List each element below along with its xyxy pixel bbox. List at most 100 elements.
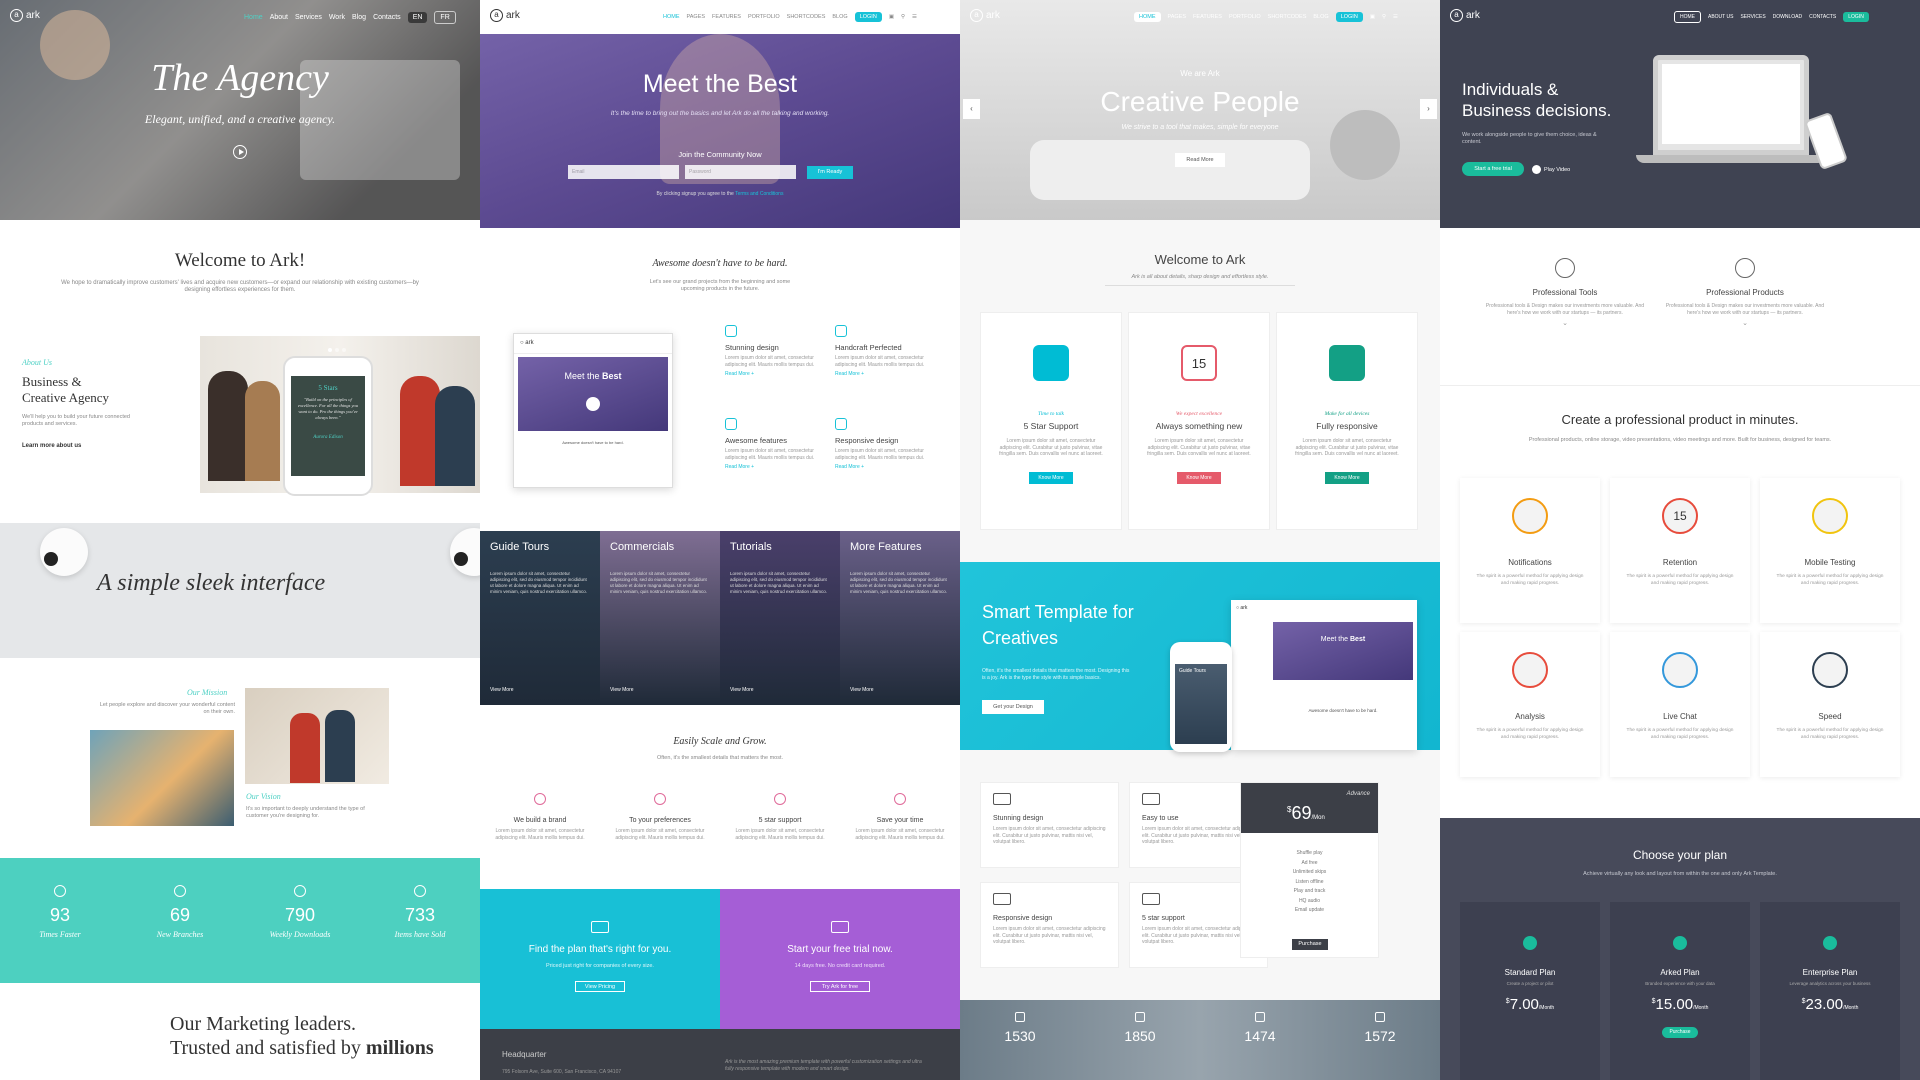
tile[interactable]: Commercials Lorem ipsum dolor sit amet, c… <box>600 531 720 705</box>
nav-features[interactable]: FEATURES <box>712 14 741 20</box>
plan-panel: Find the plan that's right for you. Pric… <box>480 889 720 1029</box>
nav-home[interactable]: HOME <box>663 14 680 20</box>
lang-fr[interactable]: FR <box>434 10 456 24</box>
plan-period: /Month <box>1538 1005 1555 1011</box>
nav-portfolio[interactable]: PORTFOLIO <box>748 14 780 20</box>
nav-features[interactable]: FEATURES <box>1193 14 1222 20</box>
nav-contacts[interactable]: Contacts <box>373 14 401 21</box>
nav-shortcodes[interactable]: SHORTCODES <box>787 14 826 20</box>
know-more-button[interactable]: Know More <box>1029 471 1073 484</box>
pro-item: Professional Tools Professional tools & D… <box>1470 258 1660 327</box>
awesome-sub: Let's see our grand projects from the be… <box>649 279 791 292</box>
nav-blog[interactable]: Blog <box>352 14 366 21</box>
nav-home[interactable]: Home <box>244 14 263 21</box>
feature-box: Responsive design Lorem ipsum dolor sit a… <box>980 882 1119 968</box>
nav-pages[interactable]: PAGES <box>1168 14 1187 20</box>
main-nav: HOME PAGES FEATURES PORTFOLIO SHORTCODES… <box>1134 8 1398 26</box>
tile-text: Lorem ipsum dolor sit amet, consectetur … <box>490 571 588 594</box>
next-arrow-icon[interactable]: › <box>1420 99 1437 119</box>
purchase-button[interactable]: Purchase <box>1662 1027 1698 1038</box>
view-pricing-button[interactable]: View Pricing <box>575 981 625 992</box>
play-icon[interactable] <box>233 145 247 159</box>
trophy-icon <box>1375 1012 1385 1022</box>
terms-link[interactable]: Terms and Conditions <box>735 191 783 197</box>
view-more-link[interactable]: View More <box>730 687 754 693</box>
nav-about[interactable]: About <box>270 14 288 21</box>
login-button[interactable]: LOGIN <box>854 12 882 22</box>
card-text: The spirit is a powerful method for appl… <box>1476 728 1584 740</box>
price-item: Ad free <box>1301 859 1318 866</box>
nav-blog[interactable]: BLOG <box>1313 14 1328 20</box>
cup-icon <box>1255 1012 1265 1022</box>
start-trial-button[interactable]: Start a free trial <box>1462 162 1524 176</box>
search-icon[interactable]: ⚲ <box>1382 14 1386 20</box>
logo[interactable]: a ark <box>970 9 1000 22</box>
login-button[interactable]: LOGIN <box>1843 12 1869 22</box>
nav-work[interactable]: Work <box>329 14 345 21</box>
try-ark-button[interactable]: Try Ark for free <box>810 981 870 992</box>
play-video-link[interactable]: Play Video <box>1532 165 1570 174</box>
view-more-link[interactable]: View More <box>490 687 514 693</box>
search-icon[interactable]: ⚲ <box>901 14 905 20</box>
mini-play-icon <box>586 397 600 411</box>
menu-icon[interactable]: ☰ <box>912 14 917 20</box>
lang-en[interactable]: EN <box>407 11 428 23</box>
read-more-button[interactable]: Read More <box>1175 153 1225 167</box>
nav-blog[interactable]: BLOG <box>832 14 847 20</box>
logo[interactable]: a ark <box>1450 9 1480 22</box>
read-more-link[interactable]: Read More + <box>835 464 935 470</box>
tile[interactable]: More Features Lorem ipsum dolor sit amet,… <box>840 531 960 705</box>
get-design-button[interactable]: Get your Design <box>982 700 1044 714</box>
chevron-down-icon[interactable]: ⌄ <box>1470 319 1660 327</box>
about-link[interactable]: Learn more about us <box>22 443 81 449</box>
mini-title-light: Meet the <box>564 371 600 381</box>
nav-services[interactable]: SERVICES <box>1740 14 1765 20</box>
read-more-link[interactable]: Read More + <box>835 371 935 377</box>
cart-icon[interactable]: ▣ <box>889 14 894 20</box>
login-button[interactable]: LOGIN <box>1335 12 1363 22</box>
know-more-button[interactable]: Know More <box>1325 471 1369 484</box>
logo[interactable]: a ark <box>490 9 520 22</box>
nav-home[interactable]: HOME <box>1134 12 1161 22</box>
nav-contacts[interactable]: CONTACTS <box>1809 14 1836 20</box>
price-item: Unlimited skips <box>1292 869 1327 875</box>
chevron-down-icon[interactable]: ⌄ <box>1650 319 1840 327</box>
nav-services[interactable]: Services <box>295 14 322 21</box>
tile[interactable]: Guide Tours Lorem ipsum dolor sit amet, c… <box>480 531 600 705</box>
feature-text: Lorem ipsum dolor sit amet, consectetur … <box>725 355 815 368</box>
price-item: Shuffle play <box>1296 850 1323 856</box>
purchase-button[interactable]: Purchase <box>1292 939 1328 950</box>
nav-download[interactable]: DOWNLOAD <box>1773 14 1802 20</box>
tile[interactable]: Tutorials Lorem ipsum dolor sit amet, con… <box>720 531 840 705</box>
know-more-button[interactable]: Know More <box>1177 471 1221 484</box>
slider-dots[interactable] <box>328 348 346 352</box>
nav-shortcodes[interactable]: SHORTCODES <box>1268 14 1307 20</box>
read-more-link[interactable]: Read More + <box>725 371 825 377</box>
nav-about[interactable]: ABOUT US <box>1708 14 1733 20</box>
feature-card: Mobile Testing The spirit is a powerful m… <box>1760 478 1900 623</box>
view-more-link[interactable]: View More <box>610 687 634 693</box>
password-field[interactable]: Password <box>685 165 796 179</box>
nav-pages[interactable]: PAGES <box>687 14 706 20</box>
email-field[interactable]: Email <box>568 165 679 179</box>
logo[interactable]: a ark <box>10 9 40 22</box>
stat-item: 93 Times Faster <box>0 885 120 939</box>
tablet-icon <box>1329 345 1365 381</box>
mission-photo <box>245 688 389 784</box>
preview-agency: a ark Home About Services Work Blog Conta… <box>0 0 480 1080</box>
read-more-link[interactable]: Read More + <box>725 464 825 470</box>
ready-button[interactable]: I'm Ready <box>807 166 853 179</box>
nav-home[interactable]: HOME <box>1674 11 1701 23</box>
menu-icon[interactable]: ☰ <box>1393 14 1398 20</box>
mock-title-light: Meet the <box>1320 636 1349 643</box>
browser-mockup: ○ ark Meet the Best Awesome doesn't have… <box>1231 600 1417 750</box>
feature-title: Responsive design <box>835 436 899 445</box>
feature-text: Lorem ipsum dolor sit amet, consectetur … <box>993 926 1106 945</box>
logo-mark-icon: a <box>10 9 23 22</box>
hq-title: Headquarter <box>502 1050 547 1059</box>
cart-icon[interactable]: ▣ <box>1370 14 1375 20</box>
view-more-link[interactable]: View More <box>850 687 874 693</box>
nav-portfolio[interactable]: PORTFOLIO <box>1229 14 1261 20</box>
prev-arrow-icon[interactable]: ‹ <box>963 99 980 119</box>
price-value: 69 <box>1291 803 1312 823</box>
